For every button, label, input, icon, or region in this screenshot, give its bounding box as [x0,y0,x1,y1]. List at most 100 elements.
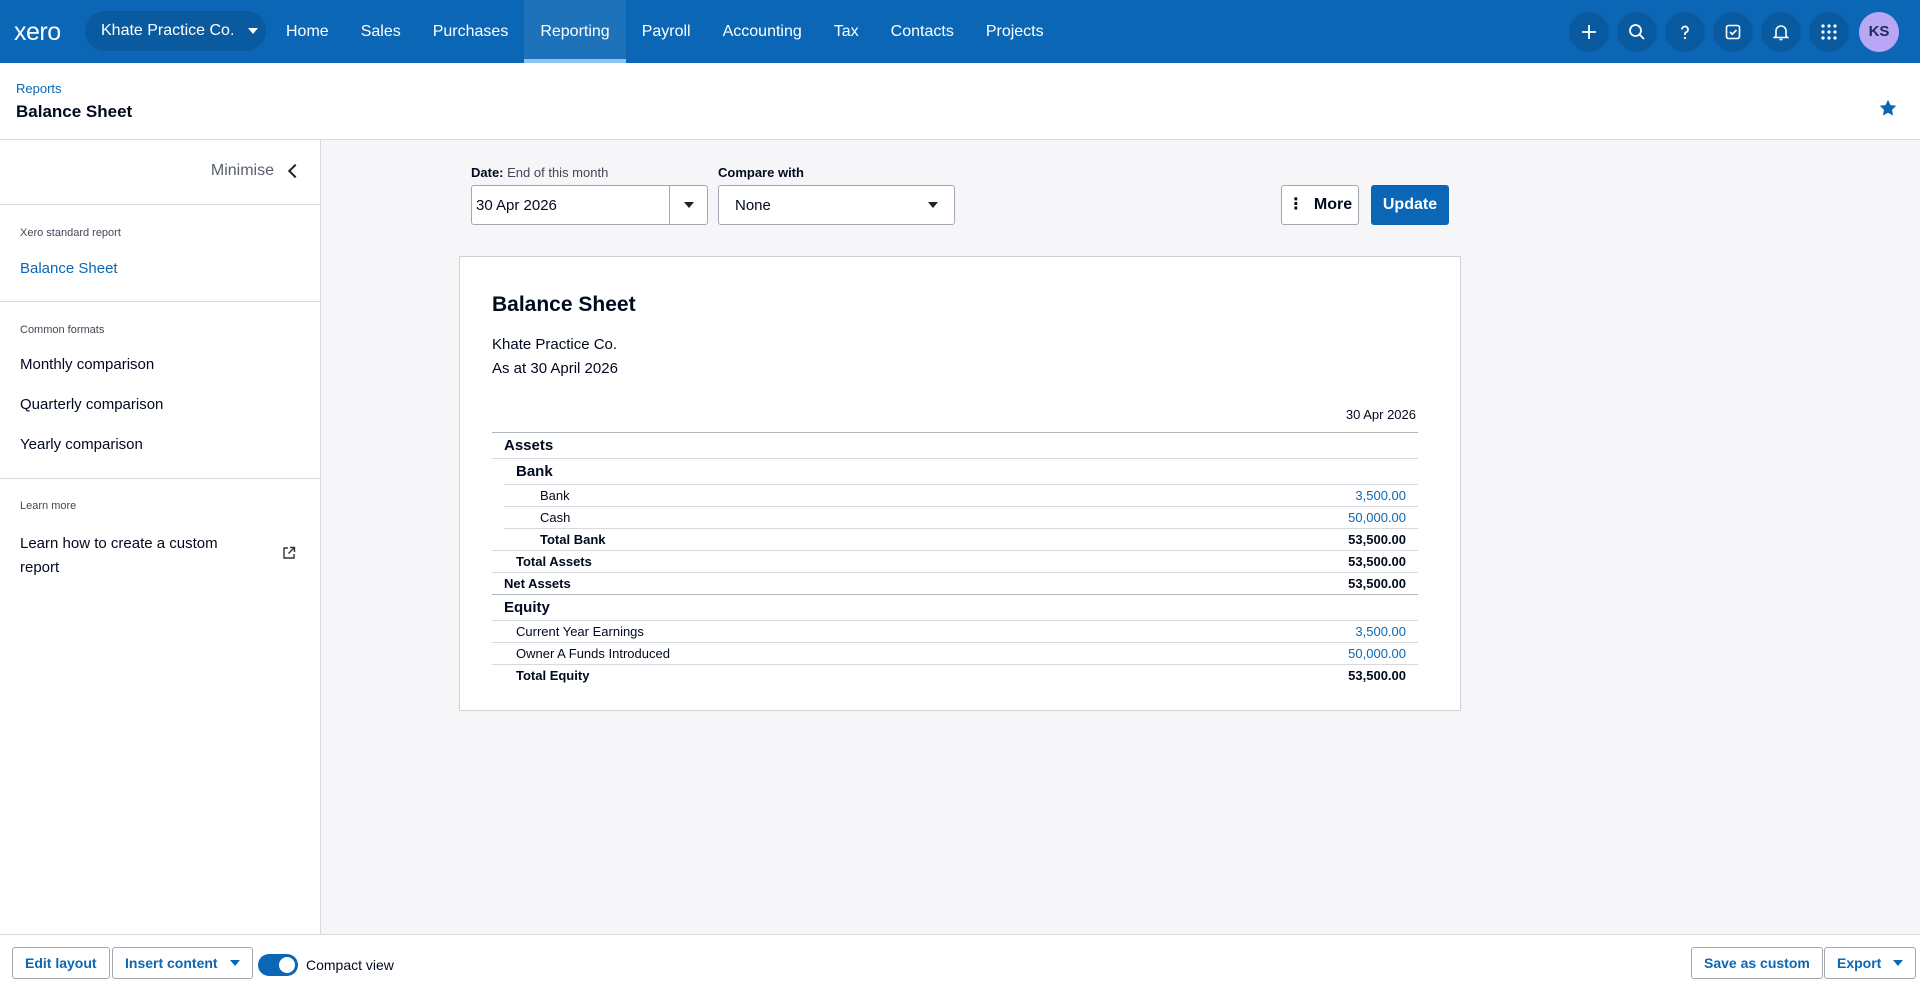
more-label: More [1313,196,1353,213]
report-row-value[interactable]: 3,500.00 [1355,624,1406,639]
compare-value: None [735,196,771,214]
compare-select[interactable]: None [718,185,955,225]
nav-item-purchases[interactable]: Purchases [417,0,525,63]
report-row-value: 53,500.00 [1348,576,1406,591]
report-row: Total Bank 53,500.00 [504,528,1418,550]
report-card: Balance Sheet Khate Practice Co. As at 3… [459,256,1461,711]
page-header: Reports Balance Sheet [0,63,1920,140]
report-row-label: Bank [516,463,553,480]
learn-link-line2: report [20,559,60,576]
update-button[interactable]: Update [1371,185,1449,225]
report-rows: Assets Bank Bank 3,500.00 Cash 50,000.00 Total… [492,432,1418,686]
more-button[interactable]: ⋮ More [1281,185,1359,225]
report-sidebar: Minimise Xero standard report Balance Sh… [0,140,321,934]
more-vertical-icon: ⋮ [1287,196,1304,213]
top-nav: xero Khate Practice Co. Home Sales Purchas… [0,0,1920,63]
xero-logo[interactable]: xero [14,18,61,47]
report-as-at: As at 30 April 2026 [492,360,618,377]
date-label: Date: End of this month [471,165,608,180]
report-title: Balance Sheet [492,293,636,316]
report-row: Current Year Earnings 3,500.00 [492,620,1418,642]
report-row-value: 53,500.00 [1348,668,1406,683]
nav-item-accounting[interactable]: Accounting [707,0,818,63]
report-row: Total Assets 53,500.00 [492,550,1418,572]
nav-item-projects[interactable]: Projects [970,0,1060,63]
insert-content-label: Insert content [125,955,218,971]
report-row-label: Total Assets [516,554,592,569]
report-row-value[interactable]: 3,500.00 [1355,488,1406,503]
nav-item-contacts[interactable]: Contacts [875,0,970,63]
report-row-label: Current Year Earnings [516,624,644,639]
report-row-label: Assets [504,437,554,454]
help-icon[interactable] [1665,11,1705,52]
sidebar-link-quarterly-comparison[interactable]: Quarterly comparison [20,396,163,413]
avatar[interactable]: KS [1859,11,1899,52]
caret-down-icon [683,202,694,208]
caret-down-icon [248,28,259,34]
compact-view-label: Compact view [306,957,394,973]
export-button[interactable]: Export [1824,947,1917,979]
report-row: Net Assets 53,500.00 [492,572,1418,594]
formats-heading: Common formats [20,324,105,336]
footer-bar: Edit layout Insert content Compact view … [0,934,1920,991]
save-as-custom-button[interactable]: Save as custom [1691,947,1823,979]
caret-down-icon [1893,960,1904,966]
page-title: Balance Sheet [16,102,133,121]
caret-down-icon [928,202,938,208]
date-input[interactable]: 30 Apr 2026 [471,185,670,225]
report-company: Khate Practice Co. [492,336,618,353]
report-row: Total Equity 53,500.00 [492,664,1418,686]
report-row-label: Total Equity [516,668,590,683]
apps-grid-icon[interactable] [1809,11,1849,52]
nav-item-home[interactable]: Home [270,0,345,63]
divider [0,301,320,302]
report-row: Bank 3,500.00 [504,484,1418,506]
sidebar-link-monthly-comparison[interactable]: Monthly comparison [20,356,154,373]
report-row: Equity [492,594,1418,620]
learn-heading: Learn more [20,500,77,512]
report-row: Owner A Funds Introduced 50,000.00 [492,642,1418,664]
bell-icon[interactable] [1761,11,1801,52]
compare-label: Compare with [718,165,804,180]
chevron-left-icon [287,163,303,179]
insert-content-button[interactable]: Insert content [112,947,253,979]
main-nav: Home Sales Purchases Reporting Payroll Accoun… [270,0,1060,63]
minimise-button[interactable]: Minimise [211,162,303,180]
breadcrumb[interactable]: Reports [16,81,62,96]
learn-link-line1: Learn how to create a custom [20,535,218,552]
report-row-label: Bank [540,488,570,503]
sidebar-link-yearly-comparison[interactable]: Yearly comparison [20,436,143,453]
nav-item-reporting[interactable]: Reporting [524,0,627,63]
report-row: Assets [492,432,1418,458]
date-label-text: Date: [471,165,504,180]
nav-item-tax[interactable]: Tax [818,0,875,63]
star-icon[interactable] [1878,98,1898,118]
search-icon[interactable] [1617,11,1657,52]
date-hint: End of this month [507,165,609,180]
compact-view-toggle[interactable] [258,954,298,976]
report-row-value[interactable]: 50,000.00 [1348,646,1406,661]
learn-custom-report-link[interactable]: Learn how to create a custom report [20,532,218,580]
report-column-header: 30 Apr 2026 [1345,407,1416,422]
nav-item-payroll[interactable]: Payroll [626,0,707,63]
report-row-value: 53,500.00 [1348,532,1406,547]
org-name: Khate Practice Co. [101,22,235,39]
date-dropdown-button[interactable] [669,185,708,225]
divider [0,478,320,479]
caret-down-icon [229,960,240,966]
export-label: Export [1837,955,1882,971]
report-row-value: 53,500.00 [1348,554,1406,569]
tasks-icon[interactable] [1713,11,1753,52]
edit-layout-button[interactable]: Edit layout [12,947,110,979]
divider [0,204,320,205]
report-row: Cash 50,000.00 [504,506,1418,528]
nav-item-sales[interactable]: Sales [345,0,417,63]
report-row-value[interactable]: 50,000.00 [1348,510,1406,525]
toggle-knob [279,957,295,973]
report-row-label: Net Assets [504,576,571,591]
plus-icon[interactable] [1569,11,1609,52]
report-row-label: Owner A Funds Introduced [516,646,670,661]
sidebar-link-balance-sheet[interactable]: Balance Sheet [20,260,118,277]
external-link-icon[interactable] [282,546,296,560]
org-switcher[interactable]: Khate Practice Co. [85,11,266,51]
